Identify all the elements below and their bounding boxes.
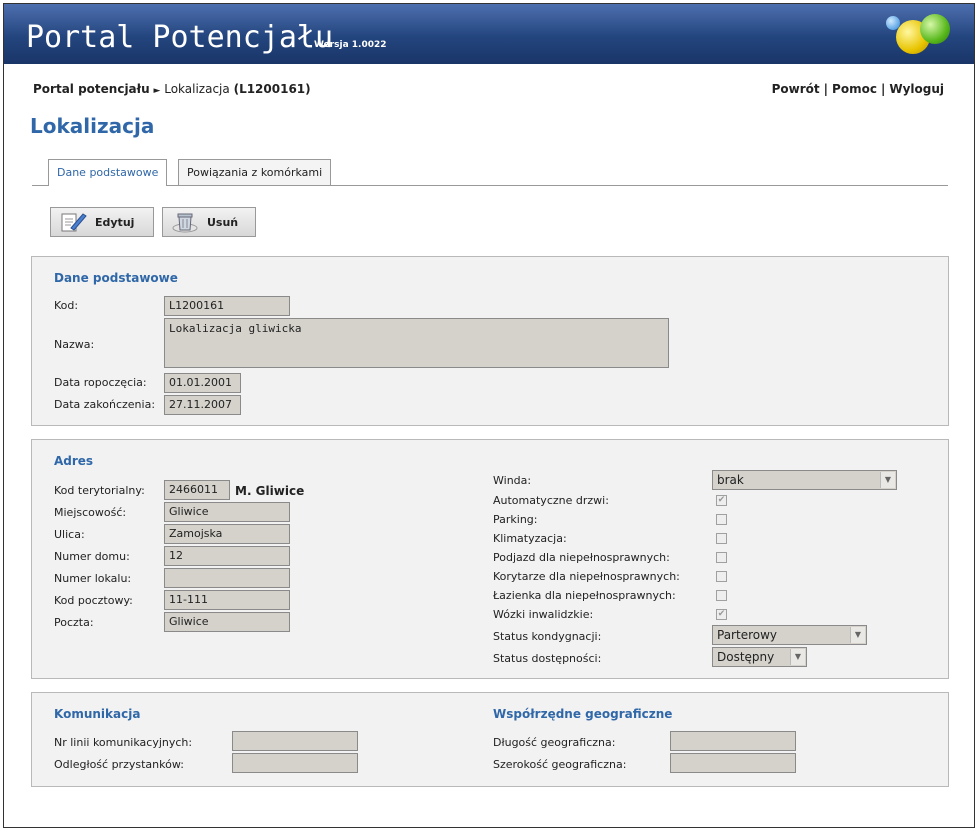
corridors-label: Korytarze dla niepełnosprawnych: xyxy=(493,570,680,583)
auto-doors-label: Automatyczne drzwi: xyxy=(493,494,609,507)
chevron-down-icon: ▼ xyxy=(880,472,895,488)
breadcrumb-root[interactable]: Portal potencjału xyxy=(33,82,150,96)
floor-status-label: Status kondygnacji: xyxy=(493,630,602,643)
ramp-checkbox[interactable] xyxy=(716,552,727,563)
trash-icon xyxy=(172,213,198,233)
logout-link[interactable]: Wyloguj xyxy=(889,82,944,96)
basic-section-title: Dane podstawowe xyxy=(54,271,178,285)
transport-geo-panel: Komunikacja Nr linii komunikacyjnych: Od… xyxy=(31,692,949,787)
corridors-checkbox[interactable] xyxy=(716,571,727,582)
link-separator: | xyxy=(823,82,829,96)
code-label: Kod: xyxy=(54,299,79,312)
stop-distance-label: Odległość przystanków: xyxy=(54,758,184,771)
air-conditioning-label: Klimatyzacja: xyxy=(493,532,567,545)
transport-lines-field[interactable] xyxy=(232,731,358,751)
zip-field[interactable]: 11-111 xyxy=(164,590,290,610)
edit-button-label: Edytuj xyxy=(95,216,135,229)
tab-basic-data[interactable]: Dane podstawowe xyxy=(48,159,168,186)
name-label: Nazwa: xyxy=(54,338,95,351)
app-version: Wersja 1.0022 xyxy=(314,40,387,50)
edit-icon xyxy=(61,213,87,232)
top-links: Powrót | Pomoc | Wyloguj xyxy=(772,82,944,96)
delete-button-label: Usuń xyxy=(207,216,239,229)
breadcrumb-code: (L1200161) xyxy=(233,82,311,96)
wheelchairs-label: Wózki inwalidzkie: xyxy=(493,608,594,621)
breadcrumb-current: Lokalizacja xyxy=(164,82,230,96)
flat-number-label: Numer lokalu: xyxy=(54,572,132,585)
help-link[interactable]: Pomoc xyxy=(832,82,877,96)
territorial-code-field[interactable]: 2466011 xyxy=(164,480,230,500)
app-title: Portal Potencjału xyxy=(26,20,334,55)
house-number-field[interactable]: 12 xyxy=(164,546,290,566)
latitude-label: Szerokość geograficzna: xyxy=(493,758,627,771)
link-separator: | xyxy=(880,82,886,96)
name-field[interactable]: Lokalizacja gliwicka xyxy=(164,318,669,368)
bathroom-label: Łazienka dla niepełnosprawnych: xyxy=(493,589,676,602)
breadcrumb-separator-icon: ► xyxy=(153,86,161,96)
page-title: Lokalizacja xyxy=(30,114,155,138)
lift-label: Winda: xyxy=(493,474,532,487)
basic-data-panel: Dane podstawowe Kod: L1200161 Nazwa: Lok… xyxy=(31,256,949,426)
transport-lines-label: Nr linii komunikacyjnych: xyxy=(54,736,193,749)
latitude-field[interactable] xyxy=(670,753,796,773)
flat-number-field[interactable] xyxy=(164,568,290,588)
stop-distance-field[interactable] xyxy=(232,753,358,773)
chevron-down-icon: ▼ xyxy=(790,649,805,665)
city-field[interactable]: Gliwice xyxy=(164,502,290,522)
longitude-field[interactable] xyxy=(670,731,796,751)
breadcrumb: Portal potencjału ► Lokalizacja (L120016… xyxy=(33,82,311,96)
access-status-value: Dostępny xyxy=(717,650,775,664)
code-field[interactable]: L1200161 xyxy=(164,296,290,316)
parking-checkbox[interactable] xyxy=(716,514,727,525)
street-field[interactable]: Zamojska xyxy=(164,524,290,544)
wheelchairs-checkbox[interactable]: ✔ xyxy=(716,609,727,620)
lift-select-value: brak xyxy=(717,473,744,487)
floor-status-select[interactable]: Parterowy ▼ xyxy=(712,625,867,645)
delete-button[interactable]: Usuń xyxy=(162,207,256,237)
access-status-label: Status dostępności: xyxy=(493,652,602,665)
end-date-field[interactable]: 27.11.2007 xyxy=(164,395,241,415)
logo-icon xyxy=(886,12,954,56)
city-label: Miejscowość: xyxy=(54,506,127,519)
tab-bar: Dane podstawowe Powiązania z komórkami xyxy=(32,159,948,186)
tab-cell-relations[interactable]: Powiązania z komórkami xyxy=(178,159,332,185)
access-status-select[interactable]: Dostępny ▼ xyxy=(712,647,807,667)
geo-section-title: Współrzędne geograficzne xyxy=(493,707,673,721)
air-conditioning-checkbox[interactable] xyxy=(716,533,727,544)
auto-doors-checkbox[interactable]: ✔ xyxy=(716,495,727,506)
territorial-code-label: Kod terytorialny: xyxy=(54,484,145,497)
end-date-label: Data zakończenia: xyxy=(54,398,156,411)
longitude-label: Długość geograficzna: xyxy=(493,736,616,749)
address-panel: Adres Kod terytorialny: 2466011 M. Gliwi… xyxy=(31,439,949,679)
address-section-title: Adres xyxy=(54,454,94,468)
parking-label: Parking: xyxy=(493,513,538,526)
back-link[interactable]: Powrót xyxy=(772,82,820,96)
territorial-name: M. Gliwice xyxy=(235,484,305,498)
floor-status-value: Parterowy xyxy=(717,628,777,642)
post-office-label: Poczta: xyxy=(54,616,94,629)
chevron-down-icon: ▼ xyxy=(850,627,865,643)
start-date-label: Data ropoczęcia: xyxy=(54,376,147,389)
house-number-label: Numer domu: xyxy=(54,550,130,563)
lift-select[interactable]: brak ▼ xyxy=(712,470,897,490)
post-office-field[interactable]: Gliwice xyxy=(164,612,290,632)
zip-label: Kod pocztowy: xyxy=(54,594,133,607)
start-date-field[interactable]: 01.01.2001 xyxy=(164,373,241,393)
edit-button[interactable]: Edytuj xyxy=(50,207,154,237)
header-banner: Portal Potencjału Wersja 1.0022 xyxy=(4,4,974,64)
app-frame: Portal Potencjału Wersja 1.0022 Portal p… xyxy=(3,3,975,828)
transport-section-title: Komunikacja xyxy=(54,707,141,721)
street-label: Ulica: xyxy=(54,528,85,541)
ramp-label: Podjazd dla niepełnosprawnych: xyxy=(493,551,670,564)
bathroom-checkbox[interactable] xyxy=(716,590,727,601)
